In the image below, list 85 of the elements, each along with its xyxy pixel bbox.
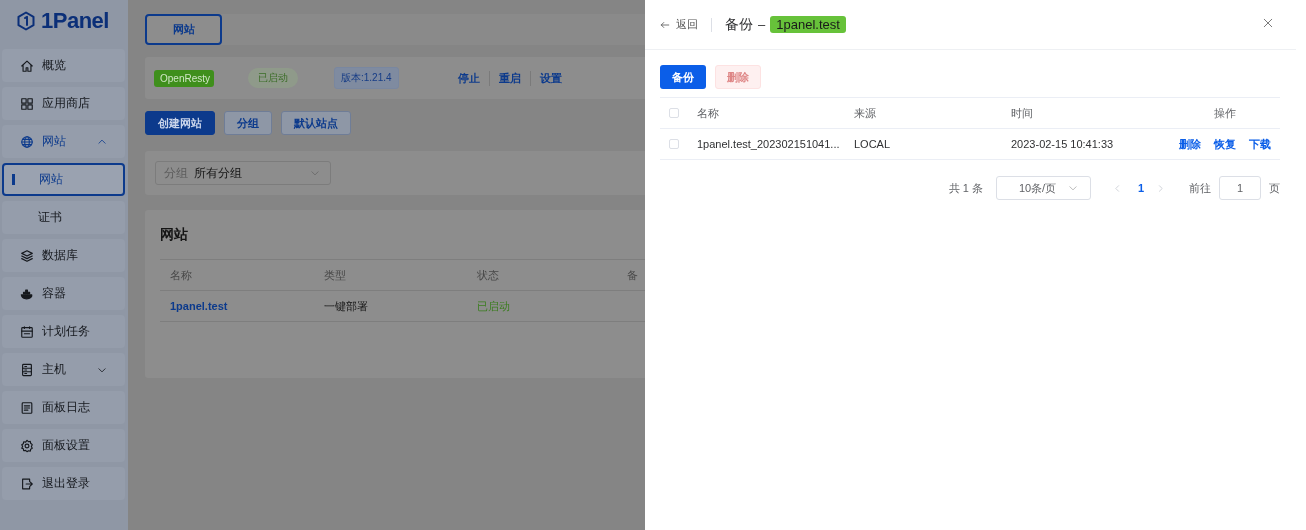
- app-tag: OpenResty: [154, 69, 214, 87]
- table-cell-text: LOCAL: [854, 138, 892, 150]
- table-cell-text: 2023-02-15 10:41:33: [1011, 138, 1115, 150]
- sidebar-item[interactable]: 证书: [2, 201, 125, 234]
- action-link[interactable]: 删除: [1178, 136, 1201, 152]
- sidebar-label: 退出登录: [42, 475, 90, 492]
- sidebar-label: 网站: [39, 171, 63, 188]
- document-icon: [20, 400, 34, 415]
- chevron-left-icon: [1112, 183, 1122, 193]
- sidebar-item[interactable]: 网站: [2, 125, 125, 158]
- website-link[interactable]: 1panel.test: [170, 300, 324, 312]
- sidebar-label: 计划任务: [42, 323, 90, 340]
- status-tag: 已启动: [248, 68, 298, 88]
- logo-text: 1Panel: [41, 8, 109, 34]
- action-link[interactable]: 恢复: [1213, 136, 1236, 152]
- page-tab[interactable]: 网站: [145, 14, 222, 45]
- sidebar-item[interactable]: 主机: [2, 353, 125, 386]
- toolbar-button[interactable]: 默认站点: [281, 111, 351, 135]
- name-tag: 1panel.test: [770, 16, 846, 33]
- page-input[interactable]: 1: [1219, 176, 1261, 200]
- page-size-select[interactable]: 10条/页: [995, 176, 1091, 200]
- sidebar-label: 主机: [42, 361, 66, 378]
- sidebar-label: 容器: [42, 285, 66, 302]
- back-button[interactable]: 返回: [660, 17, 698, 32]
- column-header: 操作: [1212, 105, 1237, 121]
- sidebar-item[interactable]: 概览: [2, 49, 125, 82]
- calendar-icon: [20, 324, 34, 339]
- sidebar-label: 概览: [42, 57, 66, 74]
- toolbar-button[interactable]: 创建网站: [145, 111, 215, 135]
- action-link[interactable]: 下载: [1248, 136, 1271, 152]
- layers-icon: [20, 248, 34, 263]
- drawer-title: 备份: [725, 15, 753, 34]
- version-tag: 版本:1.21.4: [334, 67, 399, 89]
- sidebar-label: 面板设置: [42, 437, 90, 454]
- sidebar-item[interactable]: 面板日志: [2, 391, 125, 424]
- gear-icon: [20, 438, 34, 453]
- table-cell-text: 1panel.test_202302151041...: [697, 138, 841, 150]
- table-cell-text: 一键部署: [324, 298, 369, 314]
- hexagon-logo-icon: [16, 11, 36, 31]
- sidebar-item[interactable]: 面板设置: [2, 429, 125, 462]
- column-header: 备: [627, 267, 639, 283]
- grid-icon: [20, 96, 34, 111]
- sidebar-label: 证书: [38, 209, 62, 226]
- select-all-checkbox[interactable]: [669, 108, 679, 118]
- chevron-down-icon: [310, 168, 320, 178]
- server-icon: [20, 362, 34, 377]
- sidebar-label: 网站: [42, 133, 66, 150]
- sidebar-item[interactable]: 计划任务: [2, 315, 125, 348]
- action-link[interactable]: 重启: [488, 70, 530, 86]
- action-link[interactable]: 停止: [448, 70, 489, 86]
- sidebar-label: 数据库: [42, 247, 78, 264]
- chevron-right-icon: [1156, 183, 1165, 193]
- column-header: 状态: [477, 267, 500, 283]
- sidebar-item[interactable]: 网站: [2, 163, 125, 196]
- status-text: 已启动: [477, 298, 511, 314]
- chevron-down-icon: [1067, 183, 1078, 193]
- total-count: 共 1 条: [948, 180, 983, 196]
- sidebar-label: 面板日志: [42, 399, 90, 416]
- action-link[interactable]: 设置: [529, 70, 571, 86]
- whale-icon: [20, 286, 34, 301]
- column-header: 名称: [697, 105, 720, 121]
- title-dash: –: [758, 17, 766, 32]
- select-value: 所有分组: [194, 164, 243, 182]
- column-header: 来源: [854, 105, 877, 121]
- globe-icon: [20, 134, 34, 149]
- sidebar-item[interactable]: 应用商店: [2, 87, 125, 120]
- close-icon: [1262, 17, 1274, 29]
- column-header: 类型: [324, 267, 347, 283]
- page-suffix: 页: [1269, 180, 1280, 196]
- sidebar-item[interactable]: 数据库: [2, 239, 125, 272]
- row-checkbox[interactable]: [669, 139, 679, 149]
- home-icon: [20, 58, 34, 73]
- arrow-left-icon: [660, 19, 670, 30]
- goto-label: 前往: [1189, 180, 1211, 196]
- column-header: 名称: [170, 267, 193, 283]
- sidebar-label: 应用商店: [42, 95, 90, 112]
- table-title: 网站: [160, 226, 188, 244]
- sidebar-item[interactable]: 容器: [2, 277, 125, 310]
- page-number[interactable]: 1: [1131, 182, 1150, 194]
- sidebar-item[interactable]: 退出登录: [2, 467, 125, 500]
- column-header: 时间: [1011, 105, 1034, 121]
- select-value: 10条/页: [1018, 180, 1058, 196]
- logout-icon: [20, 476, 34, 491]
- backup-button[interactable]: 备份: [660, 65, 706, 89]
- toolbar-button[interactable]: 分组: [224, 111, 272, 135]
